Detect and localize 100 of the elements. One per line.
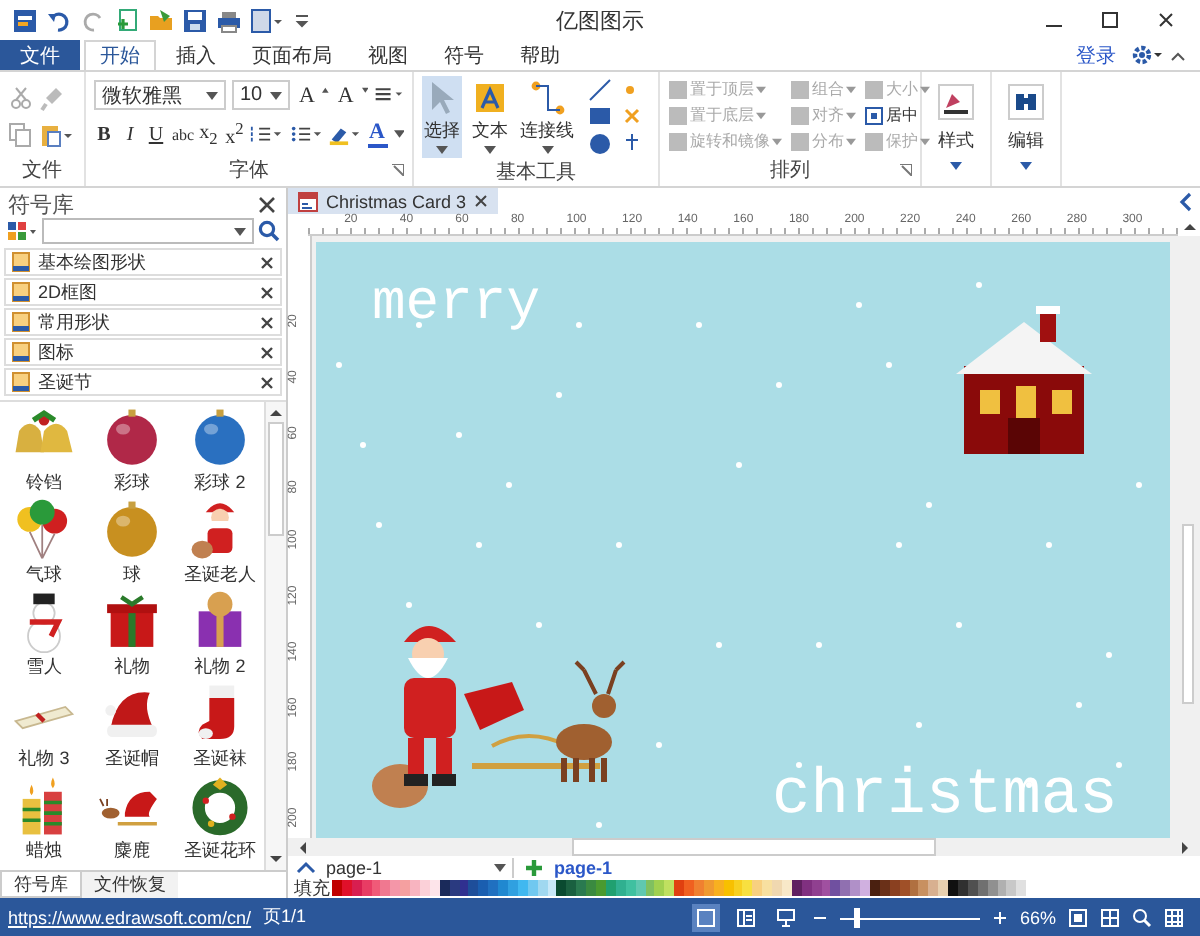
- color-swatch[interactable]: [508, 880, 518, 896]
- zoom-slider-thumb[interactable]: [854, 907, 861, 927]
- color-swatch[interactable]: [371, 880, 381, 896]
- color-swatch[interactable]: [674, 880, 685, 896]
- rectangle-tool-icon[interactable]: [588, 104, 612, 129]
- color-swatch[interactable]: [909, 880, 919, 896]
- close-icon[interactable]: [474, 194, 489, 208]
- color-swatch[interactable]: [420, 880, 430, 896]
- arrange-command-button[interactable]: 居中: [864, 104, 930, 126]
- scroll-down-icon[interactable]: [268, 854, 284, 866]
- close-icon[interactable]: [260, 255, 274, 269]
- color-swatch[interactable]: [410, 880, 421, 896]
- color-swatch[interactable]: [390, 880, 401, 896]
- font-color-button[interactable]: A: [367, 120, 388, 149]
- print-icon[interactable]: [216, 7, 242, 33]
- color-swatch[interactable]: [791, 880, 802, 896]
- ribbon-tab[interactable]: 开始: [84, 40, 156, 70]
- scroll-thumb[interactable]: [1182, 524, 1194, 704]
- settings-icon[interactable]: [1132, 44, 1164, 66]
- ribbon-tab[interactable]: 插入: [160, 40, 232, 70]
- color-swatch[interactable]: [478, 880, 489, 896]
- login-link[interactable]: 登录: [1076, 41, 1116, 69]
- color-swatch[interactable]: [967, 880, 978, 896]
- connector-tool-button[interactable]: 连接线: [518, 76, 576, 158]
- color-swatch[interactable]: [351, 880, 362, 896]
- color-swatch[interactable]: [958, 880, 968, 896]
- color-swatch[interactable]: [801, 880, 812, 896]
- dialog-launcher-icon[interactable]: [900, 164, 912, 176]
- color-swatch[interactable]: [733, 880, 743, 896]
- bullet-list-icon[interactable]: [289, 123, 323, 146]
- undo-icon[interactable]: [46, 7, 72, 33]
- copy-icon[interactable]: [8, 121, 34, 147]
- close-icon[interactable]: [260, 315, 274, 329]
- library-menu-icon[interactable]: [6, 219, 38, 243]
- search-field[interactable]: [42, 218, 254, 244]
- scroll-thumb[interactable]: [268, 422, 284, 536]
- search-icon[interactable]: [258, 220, 280, 242]
- open-folder-icon[interactable]: [148, 7, 174, 33]
- new-file-icon[interactable]: [114, 7, 140, 33]
- library-category[interactable]: 基本绘图形状: [4, 248, 282, 276]
- color-swatch[interactable]: [635, 880, 645, 896]
- color-swatch[interactable]: [468, 880, 479, 896]
- color-swatch[interactable]: [527, 880, 538, 896]
- color-swatch[interactable]: [938, 880, 949, 896]
- color-swatch[interactable]: [948, 880, 958, 896]
- outline-view-button[interactable]: [731, 903, 760, 931]
- color-swatch[interactable]: [752, 880, 763, 896]
- color-swatch[interactable]: [684, 880, 694, 896]
- document-tab[interactable]: Christmas Card 3: [288, 188, 499, 214]
- format-painter-icon[interactable]: [40, 85, 66, 111]
- scroll-right-icon[interactable]: [1180, 839, 1192, 855]
- color-swatch[interactable]: [654, 880, 665, 896]
- color-swatch[interactable]: [918, 880, 929, 896]
- fit-width-icon[interactable]: [1100, 907, 1120, 927]
- strike-format-button[interactable]: abc: [172, 125, 193, 144]
- color-swatch[interactable]: [488, 880, 499, 896]
- color-swatch[interactable]: [997, 880, 1007, 896]
- text-tool-button[interactable]: 文本: [470, 76, 510, 158]
- app-logo-icon[interactable]: [12, 7, 38, 33]
- color-swatch[interactable]: [537, 880, 548, 896]
- color-swatch[interactable]: [723, 880, 734, 896]
- align-text-icon[interactable]: [374, 84, 405, 106]
- sup-format-button[interactable]: x$^{2}$: [224, 120, 245, 149]
- color-swatch[interactable]: [449, 880, 460, 896]
- add-page-icon[interactable]: [524, 857, 544, 877]
- cut-icon[interactable]: [8, 85, 34, 111]
- library-category[interactable]: 圣诞节: [4, 368, 282, 396]
- color-swatch[interactable]: [615, 880, 626, 896]
- color-swatch[interactable]: [928, 880, 939, 896]
- select-tool-button[interactable]: 选择: [422, 76, 462, 158]
- color-swatch[interactable]: [762, 880, 773, 896]
- file-menu-tab[interactable]: 文件: [0, 40, 80, 70]
- color-swatch[interactable]: [459, 880, 469, 896]
- scroll-up-icon[interactable]: [1181, 219, 1197, 231]
- color-swatch[interactable]: [1016, 880, 1027, 896]
- ribbon-tab[interactable]: 视图: [352, 40, 424, 70]
- font-color-caret-icon[interactable]: [393, 130, 404, 139]
- library-category[interactable]: 图标: [4, 338, 282, 366]
- font-size-dropdown[interactable]: 10: [231, 80, 291, 110]
- color-swatch[interactable]: [693, 880, 704, 896]
- grid-icon[interactable]: [1164, 907, 1184, 927]
- close-icon[interactable]: [260, 285, 274, 299]
- color-swatch[interactable]: [821, 880, 831, 896]
- line-tool-icon[interactable]: [588, 77, 612, 102]
- panel-tab[interactable]: 符号库: [0, 872, 82, 898]
- panel-toggle-icon[interactable]: [1178, 191, 1192, 211]
- color-swatch[interactable]: [840, 880, 851, 896]
- zoom-percentage[interactable]: 66%: [1019, 907, 1056, 927]
- maximize-icon[interactable]: [1100, 10, 1120, 30]
- color-swatch[interactable]: [860, 880, 870, 896]
- color-swatch[interactable]: [899, 880, 910, 896]
- shrink-font-button[interactable]: A: [335, 83, 356, 107]
- bold-format-button[interactable]: B: [94, 123, 114, 146]
- ribbon-tab[interactable]: 页面布局: [236, 40, 348, 70]
- color-swatch[interactable]: [987, 880, 998, 896]
- color-swatch[interactable]: [547, 880, 557, 896]
- present-view-button[interactable]: [771, 903, 800, 931]
- color-swatch[interactable]: [869, 880, 880, 896]
- underline-format-button[interactable]: U: [146, 123, 166, 146]
- color-swatch[interactable]: [341, 880, 352, 896]
